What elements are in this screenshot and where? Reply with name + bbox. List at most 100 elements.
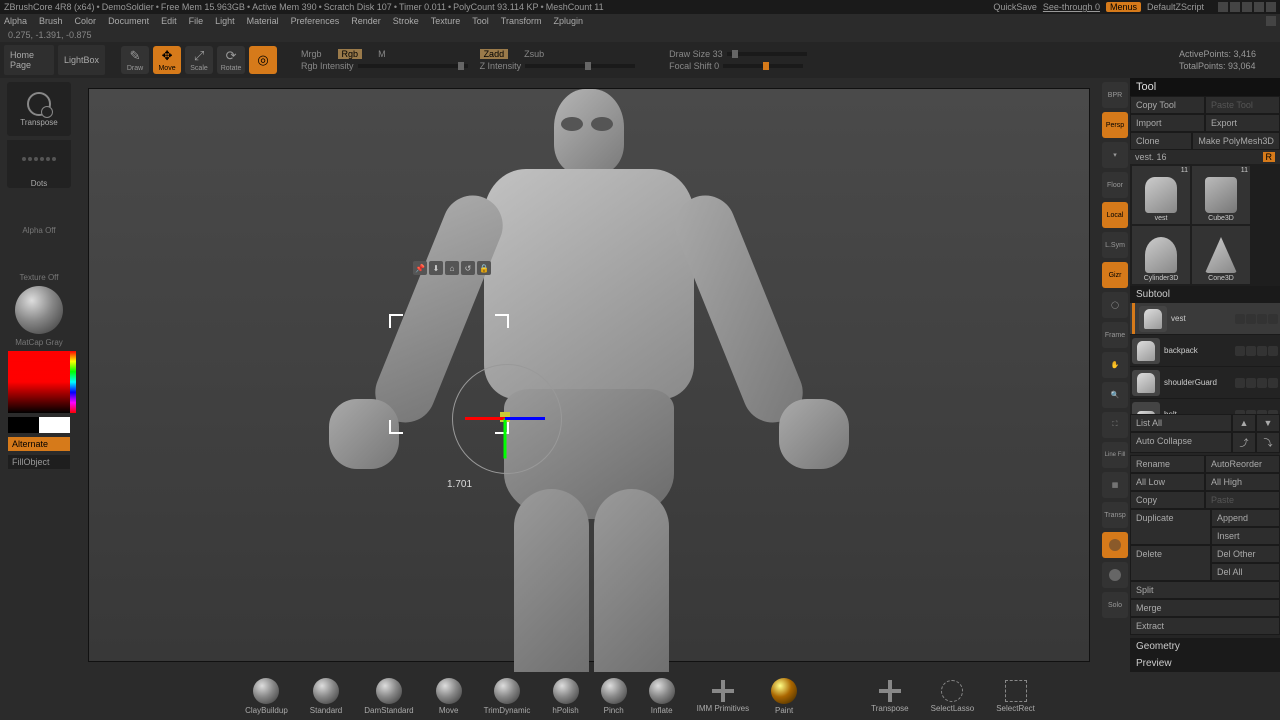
brush-paint[interactable]: Paint bbox=[771, 678, 797, 715]
gizmo-lock-icon[interactable]: 🔒 bbox=[477, 261, 491, 275]
paste-tool-button[interactable]: Paste Tool bbox=[1205, 96, 1280, 114]
tool-name[interactable]: vest. 16 bbox=[1135, 152, 1167, 162]
menu-material[interactable]: Material bbox=[247, 16, 279, 26]
movedown-icon[interactable]: ⤵ bbox=[1256, 432, 1280, 453]
thumb-cone3d[interactable]: Cone3D bbox=[1192, 226, 1250, 284]
menu-color[interactable]: Color bbox=[75, 16, 97, 26]
texture-off-label[interactable]: Texture Off bbox=[20, 273, 59, 282]
linefill-button[interactable]: Line Fill bbox=[1102, 442, 1128, 468]
menu-brush[interactable]: Brush bbox=[39, 16, 63, 26]
copy-tool-button[interactable]: Copy Tool bbox=[1130, 96, 1205, 114]
solo-sphere-icon[interactable] bbox=[1102, 562, 1128, 588]
quicksave-button[interactable]: QuickSave bbox=[993, 2, 1037, 12]
material-picker[interactable] bbox=[15, 286, 63, 334]
brush-trimdynamic[interactable]: TrimDynamic bbox=[484, 678, 531, 715]
thumb-vest[interactable]: 11vest bbox=[1132, 166, 1190, 224]
paste-subtool-button[interactable]: Paste bbox=[1205, 491, 1280, 509]
brush-pinch[interactable]: Pinch bbox=[601, 678, 627, 715]
transform-gizmo[interactable] bbox=[447, 359, 567, 479]
append-button[interactable]: Append bbox=[1211, 509, 1280, 527]
color-picker[interactable] bbox=[8, 351, 70, 413]
brush-hpolish[interactable]: hPolish bbox=[552, 678, 578, 715]
brush-standard[interactable]: Standard bbox=[310, 678, 342, 715]
moveup-icon[interactable]: ⤴ bbox=[1232, 432, 1256, 453]
alllow-button[interactable]: All Low bbox=[1130, 473, 1205, 491]
menu-preferences[interactable]: Preferences bbox=[291, 16, 340, 26]
menu-alpha[interactable]: Alpha bbox=[4, 16, 27, 26]
gizmo-home-icon[interactable]: ⌂ bbox=[445, 261, 459, 275]
gizr-button[interactable]: Gizr bbox=[1102, 262, 1128, 288]
preview-section[interactable]: Preview bbox=[1130, 655, 1280, 672]
delall-button[interactable]: Del All bbox=[1211, 563, 1280, 581]
subtool-backpack[interactable]: backpack bbox=[1130, 335, 1280, 367]
merge-section[interactable]: Merge bbox=[1130, 599, 1280, 617]
gizmo-reset-icon[interactable]: ↺ bbox=[461, 261, 475, 275]
copy-subtool-button[interactable]: Copy bbox=[1130, 491, 1205, 509]
split-section[interactable]: Split bbox=[1130, 581, 1280, 599]
brush-immprimitives[interactable]: IMM Primitives bbox=[697, 680, 749, 713]
alpha-off-label[interactable]: Alpha Off bbox=[22, 226, 55, 235]
gizmo-button[interactable]: ◎ bbox=[249, 46, 277, 74]
zsub-toggle[interactable]: Zsub bbox=[524, 49, 544, 59]
close-icon[interactable] bbox=[1266, 2, 1276, 12]
gizmo-pin-icon[interactable]: 📌 bbox=[413, 261, 427, 275]
m-toggle[interactable]: M bbox=[378, 49, 386, 59]
menu-transform[interactable]: Transform bbox=[501, 16, 542, 26]
rgb-intensity-slider[interactable] bbox=[358, 64, 468, 68]
drawsize-slider[interactable] bbox=[727, 52, 807, 56]
make-polymesh-button[interactable]: Make PolyMesh3D bbox=[1192, 132, 1280, 150]
brush-selectrect[interactable]: SelectRect bbox=[996, 680, 1035, 713]
alternate-button[interactable]: Alternate bbox=[8, 437, 70, 451]
arrow-up-icon[interactable]: ▲ bbox=[1232, 414, 1256, 432]
brush-inflate[interactable]: Inflate bbox=[649, 678, 675, 715]
listall-button[interactable]: List All bbox=[1130, 414, 1232, 432]
export-button[interactable]: Export bbox=[1205, 114, 1280, 132]
transpose-tool[interactable]: Transpose bbox=[7, 82, 71, 136]
menu-render[interactable]: Render bbox=[351, 16, 381, 26]
menu-pin-icon[interactable] bbox=[1266, 16, 1276, 26]
brush-damstandard[interactable]: DamStandard bbox=[364, 678, 413, 715]
stroke-dots[interactable]: Dots bbox=[7, 140, 71, 188]
focalshift-slider[interactable] bbox=[723, 64, 803, 68]
rename-button[interactable]: Rename bbox=[1130, 455, 1205, 473]
shelf-active-15[interactable] bbox=[1102, 532, 1128, 558]
minimize-icon[interactable] bbox=[1230, 2, 1240, 12]
local-button[interactable]: Local bbox=[1102, 202, 1128, 228]
help-icon[interactable] bbox=[1218, 2, 1228, 12]
hue-slider[interactable] bbox=[70, 351, 76, 413]
persp-button[interactable]: Persp bbox=[1102, 112, 1128, 138]
subtool-shoulderguard[interactable]: shoulderGuard bbox=[1130, 367, 1280, 399]
extract-section[interactable]: Extract bbox=[1130, 617, 1280, 635]
subtool-header[interactable]: Subtool bbox=[1130, 286, 1280, 303]
fit-icon[interactable]: ⛶ bbox=[1102, 412, 1128, 438]
tool-r-toggle[interactable]: R bbox=[1263, 152, 1276, 162]
menu-texture[interactable]: Texture bbox=[431, 16, 461, 26]
shelf-slot-2[interactable]: ▾ bbox=[1102, 142, 1128, 168]
move-button[interactable]: ✥Move bbox=[153, 46, 181, 74]
subtool-vest[interactable]: vest bbox=[1130, 303, 1280, 335]
zscript-label[interactable]: DefaultZScript bbox=[1147, 2, 1204, 12]
delete-button[interactable]: Delete bbox=[1130, 545, 1211, 581]
gizmo-drop-icon[interactable]: ⬇ bbox=[429, 261, 443, 275]
transp-button[interactable]: Transp bbox=[1102, 502, 1128, 528]
seethrough-slider[interactable]: See-through 0 bbox=[1043, 2, 1100, 12]
frame-button[interactable]: Frame bbox=[1102, 322, 1128, 348]
menu-document[interactable]: Document bbox=[108, 16, 149, 26]
delother-button[interactable]: Del Other bbox=[1211, 545, 1280, 563]
insert-button[interactable]: Insert bbox=[1211, 527, 1280, 545]
import-button[interactable]: Import bbox=[1130, 114, 1205, 132]
menu-tool[interactable]: Tool bbox=[472, 16, 489, 26]
rotate-button[interactable]: ⟳Rotate bbox=[217, 46, 245, 74]
hand-icon[interactable]: ✋ bbox=[1102, 352, 1128, 378]
menu-edit[interactable]: Edit bbox=[161, 16, 177, 26]
allhigh-button[interactable]: All High bbox=[1205, 473, 1280, 491]
home-button[interactable]: Home Page bbox=[4, 45, 54, 75]
lsym-button[interactable]: L.Sym bbox=[1102, 232, 1128, 258]
bpr-button[interactable]: BPR bbox=[1102, 82, 1128, 108]
zadd-toggle[interactable]: Zadd bbox=[480, 49, 509, 59]
thumb-cylinder3d[interactable]: Cylinder3D bbox=[1132, 226, 1190, 284]
menu-light[interactable]: Light bbox=[215, 16, 235, 26]
menus-toggle[interactable]: Menus bbox=[1106, 2, 1141, 12]
z-intensity-slider[interactable] bbox=[525, 64, 635, 68]
menu-zplugin[interactable]: Zplugin bbox=[553, 16, 583, 26]
